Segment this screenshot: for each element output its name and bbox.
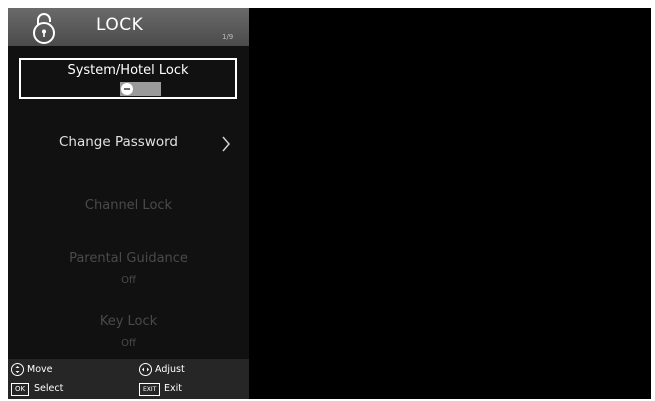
system-hotel-lock-item[interactable]: System/Hotel Lock bbox=[19, 58, 237, 99]
parental-guidance-item[interactable]: Parental Guidance Off bbox=[8, 251, 249, 286]
key-lock-value: Off bbox=[121, 338, 136, 349]
up-down-arrows-icon bbox=[11, 363, 24, 376]
key-hints-footer: Move Adjust OK Select EXIT Exit bbox=[8, 359, 249, 399]
exit-hint-label: Exit bbox=[164, 383, 182, 394]
exit-key-badge: EXIT bbox=[139, 383, 161, 396]
system-hotel-lock-toggle[interactable] bbox=[120, 82, 161, 96]
lock-menu-panel: LOCK 1/9 System/Hotel Lock Change Passwo… bbox=[8, 8, 249, 399]
key-lock-label: Key Lock bbox=[99, 314, 158, 329]
menu-header: LOCK 1/9 bbox=[8, 8, 249, 46]
change-password-label: Change Password bbox=[58, 134, 179, 150]
channel-lock-label: Channel Lock bbox=[84, 198, 173, 213]
key-lock-item[interactable]: Key Lock Off bbox=[8, 314, 249, 349]
ok-key-badge: OK bbox=[11, 383, 30, 396]
move-hint-label: Move bbox=[27, 364, 53, 375]
system-hotel-lock-label: System/Hotel Lock bbox=[67, 63, 189, 78]
toggle-off-icon bbox=[121, 83, 133, 95]
adjust-hint-label: Adjust bbox=[155, 364, 185, 375]
page-indicator: 1/9 bbox=[222, 33, 234, 41]
select-hint-label: Select bbox=[34, 383, 64, 394]
left-right-arrows-icon bbox=[139, 363, 152, 376]
parental-guidance-value: Off bbox=[121, 275, 136, 286]
page-title: LOCK bbox=[96, 15, 144, 35]
channel-lock-item[interactable]: Channel Lock bbox=[8, 198, 249, 213]
chevron-right-icon bbox=[222, 136, 230, 152]
padlock-icon bbox=[33, 13, 55, 44]
parental-guidance-label: Parental Guidance bbox=[69, 251, 188, 266]
